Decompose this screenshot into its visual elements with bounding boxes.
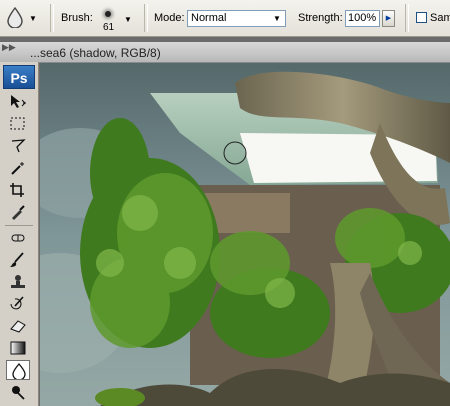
strength-slider-button[interactable]: ▶	[382, 10, 395, 27]
clone-stamp-tool[interactable]	[6, 272, 30, 292]
document-title: ...sea6 (shadow, RGB/8)	[30, 46, 161, 60]
history-brush-tool[interactable]	[6, 294, 30, 314]
brush-tool[interactable]	[6, 250, 30, 270]
strength-input[interactable]: 100%	[345, 10, 380, 27]
panel-collapse-icon[interactable]: ▶▶	[2, 42, 16, 53]
magic-wand-icon	[11, 162, 24, 175]
crop-tool[interactable]	[6, 180, 30, 200]
artwork-image	[40, 63, 450, 406]
clone-stamp-icon	[11, 275, 25, 288]
move-tool[interactable]	[6, 92, 30, 112]
brush-icon	[10, 252, 24, 267]
photoshop-logo[interactable]: Ps	[3, 65, 35, 89]
water-drop-icon	[7, 6, 23, 29]
brush-preset-picker[interactable]: 61	[95, 4, 125, 34]
blur-icon	[12, 363, 26, 379]
toolbox: Ps	[0, 62, 39, 406]
eyedropper-tool[interactable]	[6, 202, 30, 222]
mode-label: Mode:	[154, 12, 185, 24]
mode-value: Normal	[191, 12, 227, 24]
brush-label: Brush:	[61, 12, 93, 24]
move-icon	[11, 95, 26, 108]
mode-select[interactable]: Normal ▼	[187, 10, 286, 27]
sample-all-layers-checkbox[interactable]	[416, 12, 427, 23]
lasso-tool[interactable]	[6, 136, 30, 156]
image-canvas[interactable]	[40, 63, 450, 406]
healing-brush-tool[interactable]	[6, 228, 30, 248]
eyedropper-icon	[12, 205, 25, 220]
crop-icon	[10, 183, 24, 197]
lasso-icon	[11, 139, 26, 153]
magic-wand-tool[interactable]	[6, 158, 30, 178]
history-brush-icon	[10, 296, 24, 310]
options-bar: ▼ Brush: 61 ▼ Mode: Normal ▼ Strength: 1…	[0, 0, 450, 37]
brush-size: 61	[103, 22, 115, 33]
dodge-icon	[12, 386, 25, 400]
blur-tool[interactable]	[6, 360, 30, 380]
marquee-tool[interactable]	[6, 114, 30, 134]
healing-brush-icon	[11, 234, 25, 242]
tool-preset-picker[interactable]: ▼	[6, 6, 37, 30]
eraser-icon	[10, 320, 26, 333]
sample-all-layers-label: Samp	[430, 12, 450, 24]
dodge-tool[interactable]	[6, 382, 30, 402]
gradient-tool[interactable]	[6, 338, 30, 358]
brush-dropdown-arrow[interactable]: ▼	[124, 15, 132, 24]
chevron-down-icon: ▼	[269, 11, 285, 26]
eraser-tool[interactable]	[6, 316, 30, 336]
document-title-bar[interactable]: ▶▶ ...sea6 (shadow, RGB/8)	[0, 42, 450, 63]
strength-label: Strength:	[298, 12, 343, 24]
gradient-icon	[10, 341, 26, 355]
brush-tip-icon	[105, 11, 111, 17]
marquee-icon	[10, 117, 25, 130]
chevron-down-icon: ▼	[29, 14, 37, 23]
